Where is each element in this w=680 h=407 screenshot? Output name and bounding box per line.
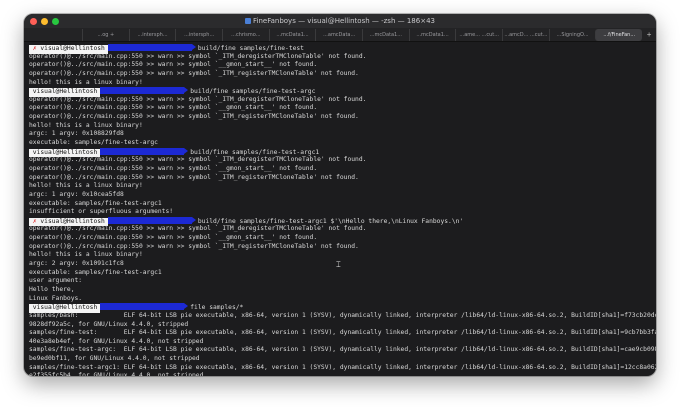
terminal-output[interactable]: ✗ visual@Hellintosh build/fine samples/fi… <box>24 42 656 376</box>
output-line: samples/fine-test: ELF 64-bit LSB pie ex… <box>29 329 656 337</box>
window-controls <box>30 18 59 25</box>
output-line: argc: 1 argv: 0x108829fd8 <box>29 130 124 138</box>
tab-11[interactable]: ...f/FineFan... <box>595 28 643 41</box>
tab-6[interactable]: ...mcData1... <box>362 28 409 41</box>
tab-1[interactable]: ...intersph... <box>128 28 176 41</box>
output-line: operator()@../src/main.cpp:550 >> warn >… <box>29 104 318 112</box>
tab-10[interactable]: ...SigningO... <box>548 28 596 41</box>
prompt-line: ✗ visual@Hellintosh build/fine samples/fi… <box>29 44 651 54</box>
command-text: file samples/* <box>190 304 244 312</box>
prompt-username: visual@Hellintosh <box>32 148 98 156</box>
tab-7[interactable]: ...mcData1... <box>408 28 456 41</box>
output-line: hello! this is a linux binary! <box>29 182 143 190</box>
command-text: build/fine samples/fine-test-argc1 $'\nH… <box>197 217 464 225</box>
output-line: user argument: <box>29 277 83 285</box>
output-line: executable: samples/fine-test-argc <box>29 139 158 147</box>
error-mark-icon: ✗ <box>29 217 41 225</box>
output-line: samples/bash: ELF 64-bit LSB pie executa… <box>29 311 656 319</box>
zoom-button[interactable] <box>52 18 59 25</box>
output-line: operator()@../src/main.cpp:550 >> warn >… <box>29 156 367 164</box>
output-line: e2f355fc5b4, for GNU/Linux 4.4.0, not st… <box>29 372 204 376</box>
output-line: operator()@../src/main.cpp:550 >> warn >… <box>29 234 318 242</box>
output-line: samples/fine-test-argc1: ELF 64-bit LSB … <box>29 363 656 371</box>
window-title-text: FineFanboys — visual@Hellintosh — -zsh —… <box>253 17 435 25</box>
prompt-username: visual@Hellintosh <box>32 88 98 96</box>
output-line: Linux Fanboys. <box>29 294 83 302</box>
tab-9[interactable]: ...amcD... ...cut... <box>502 28 549 41</box>
command-text: build/fine samples/fine-test-argc1 <box>190 148 320 156</box>
minimize-button[interactable] <box>41 18 48 25</box>
output-line: operator()@../src/main.cpp:550 >> warn >… <box>29 173 359 181</box>
prompt-path-segment <box>107 44 196 51</box>
tab-8[interactable]: ...ame... ...cut... <box>455 28 502 41</box>
output-line: operator()@../src/main.cpp:550 >> warn >… <box>29 225 367 233</box>
output-line: executable: samples/fine-test-argc1 <box>29 199 162 207</box>
terminal-window[interactable]: FineFanboys — visual@Hellintosh — -zsh —… <box>24 14 656 376</box>
mouse-cursor-icon: ⌶ <box>336 260 341 269</box>
tab-0[interactable]: ...og + <box>82 28 129 41</box>
title-bar[interactable]: FineFanboys — visual@Hellintosh — -zsh —… <box>24 14 656 28</box>
tab-5[interactable]: ...amcData... <box>315 28 362 41</box>
command-text: build/fine samples/fine-test <box>197 45 304 52</box>
output-line: hello! this is a linux binary! <box>29 251 143 259</box>
error-mark-icon: ✗ <box>29 45 41 52</box>
prompt-username: visual@Hellintosh <box>40 45 105 52</box>
output-line: 40e3a8eb4ef, for GNU/Linux 4.4.0, not st… <box>29 337 204 345</box>
output-line: samples/fine-test-argc: ELF 64-bit LSB p… <box>29 346 656 354</box>
prompt-path-segment <box>100 147 189 155</box>
prompt-path-segment <box>100 303 189 311</box>
tab-2[interactable]: ...intersph... <box>175 28 222 41</box>
new-tab-button[interactable]: + <box>642 29 656 41</box>
folder-icon <box>245 18 252 24</box>
output-line: operator()@../src/main.cpp:550 >> warn >… <box>29 242 359 250</box>
output-line: be9ed0bf11, for GNU/Linux 4.4.0, not str… <box>29 355 200 363</box>
tab-bar: ...og + ...intersph... ...intersph... ...ch… <box>24 28 656 42</box>
output-line: operator()@../src/main.cpp:550 >> warn >… <box>29 164 318 172</box>
output-line: insufficient or superfluous arguments! <box>29 208 174 216</box>
tab-3[interactable]: ...chrismo... <box>222 28 269 41</box>
output-line: operator()@../src/main.cpp:550 >> warn >… <box>29 69 359 77</box>
prompt-path-segment <box>107 216 196 224</box>
tab-4[interactable]: ...mcData1... <box>268 28 316 41</box>
output-line: Hello there, <box>29 285 75 293</box>
output-line: argc: 1 argv: 0x10cea5fd8 <box>29 190 124 198</box>
prompt-username: visual@Hellintosh <box>40 217 105 225</box>
prompt-line: visual@Hellintosh build/fine samples/fine… <box>29 87 651 97</box>
output-line: hello! this is a linux binary! <box>29 78 143 86</box>
command-text: build/fine samples/fine-test-argc <box>190 88 316 96</box>
prompt-path-segment <box>100 87 189 95</box>
output-line: 9828df92a5c, for GNU/Linux 4.4.0, stripp… <box>29 320 189 328</box>
output-line: hello! this is a linux binary! <box>29 121 143 129</box>
output-line: operator()@../src/main.cpp:550 >> warn >… <box>29 52 367 60</box>
output-line: operator()@../src/main.cpp:550 >> warn >… <box>29 61 318 69</box>
output-line: operator()@../src/main.cpp:550 >> warn >… <box>29 113 359 121</box>
close-button[interactable] <box>30 18 37 25</box>
window-title: FineFanboys — visual@Hellintosh — -zsh —… <box>24 14 656 28</box>
prompt-username: visual@Hellintosh <box>32 304 98 312</box>
prompt-line: visual@Hellintosh file samples/* <box>29 303 651 313</box>
